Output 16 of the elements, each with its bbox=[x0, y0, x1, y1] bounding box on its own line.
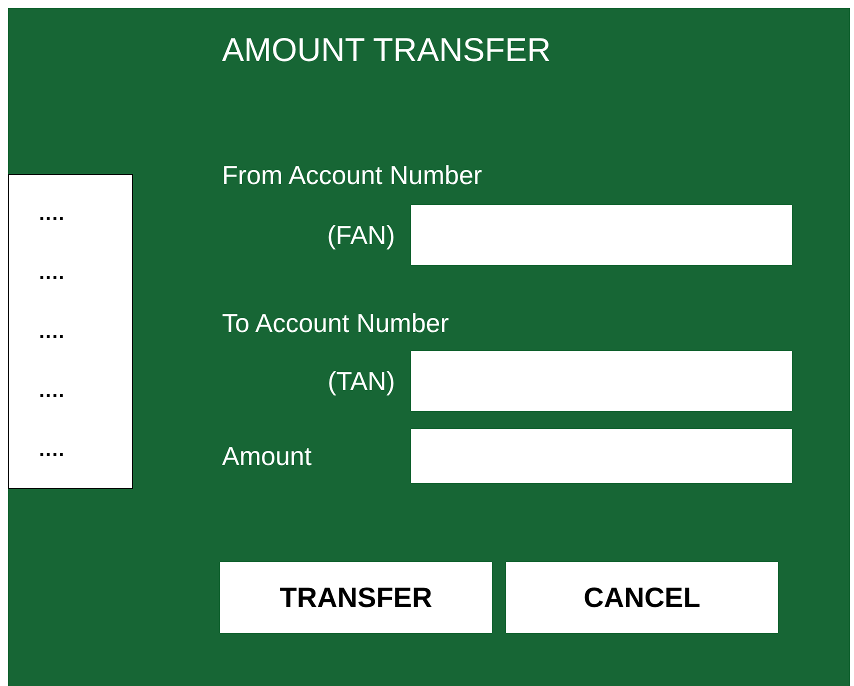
action-button[interactable]: TRANSFER bbox=[220, 562, 492, 633]
input-field[interactable] bbox=[411, 351, 792, 411]
menu-item[interactable]: .... bbox=[39, 322, 66, 342]
field-label: From Account Number bbox=[222, 159, 482, 191]
field-label: (FAN) bbox=[327, 219, 395, 251]
menu-item[interactable]: .... bbox=[39, 440, 66, 460]
form-title: AMOUNT TRANSFER bbox=[222, 30, 551, 70]
menu-item[interactable]: .... bbox=[39, 204, 66, 224]
input-field[interactable] bbox=[411, 205, 792, 265]
menu-item[interactable]: .... bbox=[39, 262, 66, 282]
field-label: Amount bbox=[222, 440, 312, 470]
menu-item[interactable]: .... bbox=[39, 380, 66, 400]
action-button[interactable]: CANCEL bbox=[506, 562, 778, 633]
field-label: (TAN) bbox=[328, 365, 395, 397]
input-field[interactable] bbox=[411, 429, 792, 483]
field-label: To Account Number bbox=[222, 307, 449, 339]
